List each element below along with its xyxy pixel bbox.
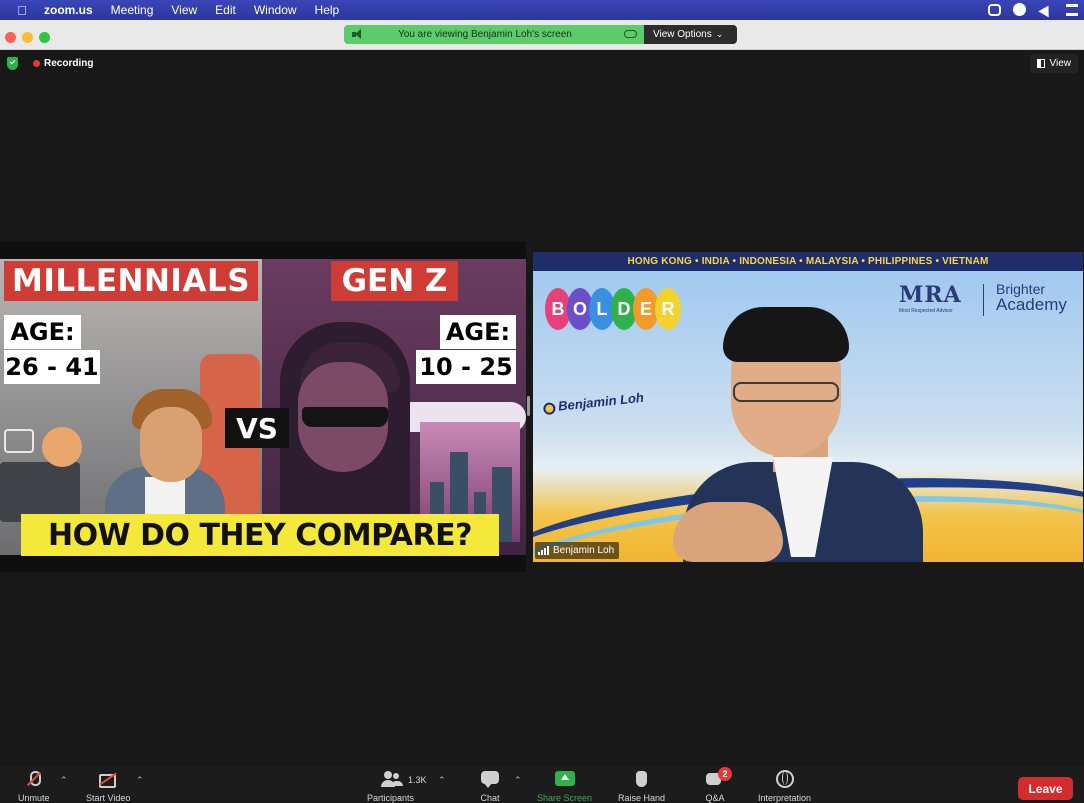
zoom-window-button[interactable]: [39, 32, 50, 43]
stack-status-icon[interactable]: [1066, 4, 1078, 16]
share-top-letterbox: [0, 242, 526, 259]
chat-bubble-illustration: [4, 429, 34, 453]
status-icons: [988, 2, 1078, 18]
video-options-caret[interactable]: ⌃: [136, 775, 144, 786]
chat-label: Chat: [480, 793, 500, 803]
raise-hand-icon: [632, 770, 652, 788]
brighter-academy-logo: Brighter Academy: [996, 282, 1067, 314]
participants-count: 1.3K: [408, 775, 427, 785]
participant-name: Benjamin Loh: [553, 545, 615, 556]
camera-off-icon: [98, 770, 118, 788]
qa-notification-badge: 2: [718, 767, 732, 781]
microphone-muted-icon: [24, 770, 44, 788]
share-screen-button[interactable]: Share Screen: [537, 770, 592, 803]
benjamin-loh-sign: Benjamin Loh: [542, 390, 644, 415]
countries-banner: HONG KONG • INDIA • INDONESIA • MALAYSIA…: [533, 252, 1083, 271]
view-layout-button[interactable]: View: [1029, 54, 1078, 73]
menu-app-name[interactable]: zoom.us: [44, 3, 93, 17]
millennial-age-range: 26 - 41: [4, 350, 100, 384]
menu-bar:  zoom.us Meeting View Edit Window Help: [0, 0, 1084, 20]
unmute-label: Unmute: [18, 793, 50, 803]
participants-icon: [380, 770, 401, 788]
menu-edit[interactable]: Edit: [215, 3, 236, 17]
genz-age-range: 10 - 25: [416, 350, 516, 384]
recording-dot-icon: [33, 60, 40, 67]
hand-illustration: [42, 427, 82, 467]
leave-button[interactable]: Leave: [1018, 777, 1073, 800]
audio-options-caret[interactable]: ⌃: [60, 775, 68, 786]
recording-label: Recording: [44, 58, 94, 69]
raise-hand-label: Raise Hand: [618, 793, 666, 803]
minimize-window-button[interactable]: [22, 32, 33, 43]
menu-window[interactable]: Window: [254, 3, 297, 17]
zoom-status-icon[interactable]: [988, 4, 1001, 16]
bolder-logo: B O L D E R: [545, 288, 681, 330]
apple-menu-icon[interactable]: : [14, 3, 30, 18]
logo-separator: [983, 284, 984, 316]
meeting-area: Recording View MILLENNIALS GEN Z AGE: 26…: [0, 51, 1084, 766]
view-options-label: View Options: [653, 29, 712, 40]
participants-options-caret[interactable]: ⌃: [438, 775, 446, 786]
qa-label: Q&A: [705, 793, 725, 803]
chevron-down-icon: ⌄: [715, 29, 724, 39]
raise-hand-button[interactable]: Raise Hand: [618, 770, 665, 803]
speaker-figure: [663, 307, 963, 562]
mra-logo: MRA: [899, 282, 962, 308]
evernote-status-icon[interactable]: [1013, 3, 1026, 16]
share-bottom-letterbox: [0, 555, 526, 572]
share-screen-icon: [554, 770, 575, 788]
chat-options-caret[interactable]: ⌃: [514, 775, 522, 786]
meeting-toolbar: Unmute ⌃ Start Video ⌃ Participants 1.3K…: [0, 766, 1084, 803]
start-video-button[interactable]: Start Video: [86, 770, 130, 803]
security-shield-icon[interactable]: [7, 57, 18, 70]
participant-video-tile[interactable]: HONG KONG • INDIA • INDONESIA • MALAYSIA…: [533, 252, 1083, 562]
genz-age-label: AGE:: [440, 315, 516, 349]
chat-button[interactable]: Chat: [480, 770, 500, 803]
viewing-screen-banner: You are viewing Benjamin Loh's screen: [344, 25, 644, 44]
chat-icon: [480, 770, 500, 788]
start-video-label: Start Video: [86, 793, 131, 803]
compare-caption: HOW DO THEY COMPARE?: [21, 514, 499, 556]
bird-status-icon[interactable]: [1038, 2, 1054, 18]
menu-meeting[interactable]: Meeting: [111, 3, 154, 17]
menu-help[interactable]: Help: [315, 3, 340, 17]
view-layout-label: View: [1049, 58, 1072, 69]
view-options-button[interactable]: View Options ⌄: [644, 25, 737, 44]
academy-label: Academy: [996, 295, 1067, 314]
sign-name: Benjamin Loh: [557, 389, 645, 414]
globe-icon: [775, 770, 795, 788]
close-window-button[interactable]: [5, 32, 16, 43]
participant-name-tag: Benjamin Loh: [535, 542, 620, 559]
signal-strength-icon: [538, 546, 549, 555]
millennials-title: MILLENNIALS: [4, 261, 258, 301]
millennial-age-label: AGE:: [4, 315, 81, 349]
interpretation-label: Interpretation: [758, 793, 812, 803]
participants-button[interactable]: Participants: [367, 770, 414, 803]
cloud-icon: [624, 30, 637, 38]
speaker-icon: [352, 29, 364, 40]
menu-view[interactable]: View: [171, 3, 197, 17]
layout-icon: [1036, 59, 1045, 68]
genz-title: GEN Z: [331, 261, 458, 301]
versus-label: VS: [225, 408, 289, 448]
split-view-handle[interactable]: [527, 396, 530, 416]
viewing-banner-text: You are viewing Benjamin Loh's screen: [398, 29, 572, 40]
sign-dot-icon: [542, 401, 556, 415]
laptop-illustration: [0, 462, 80, 522]
participants-label: Participants: [367, 793, 415, 803]
unmute-button[interactable]: Unmute: [18, 770, 50, 803]
share-screen-label: Share Screen: [537, 793, 593, 803]
interpretation-button[interactable]: Interpretation: [758, 770, 811, 803]
shared-screen[interactable]: MILLENNIALS GEN Z AGE: 26 - 41 AGE: 10 -…: [0, 242, 526, 572]
